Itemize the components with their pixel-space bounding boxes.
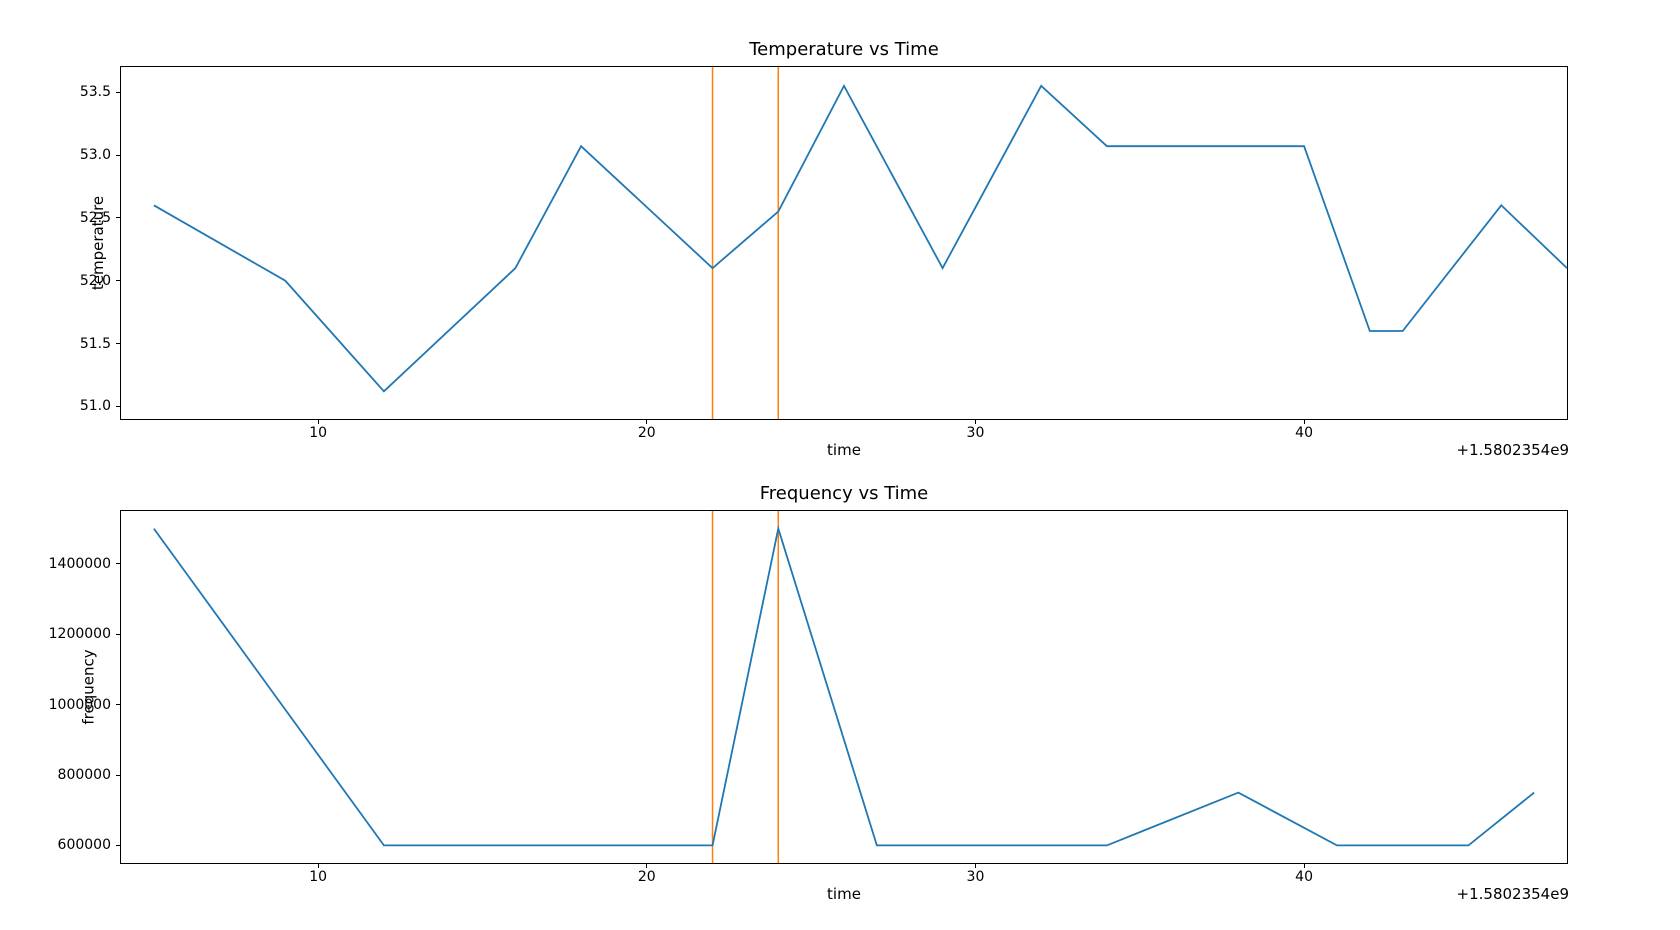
x-tick-label: 30 — [967, 869, 985, 885]
y-tick-label: 1200000 — [49, 626, 111, 642]
x-tick-mark — [975, 863, 976, 868]
y-tick-mark — [116, 92, 121, 93]
plot-area — [121, 511, 1567, 863]
y-tick-label: 52.0 — [80, 273, 111, 289]
x-tick-label: 10 — [309, 869, 327, 885]
chart-title: Frequency vs Time — [121, 483, 1567, 504]
x-tick-mark — [975, 419, 976, 424]
x-axis-label: time — [121, 885, 1567, 903]
x-axis-offset: +1.5802354e9 — [1457, 885, 1569, 903]
y-tick-label: 1000000 — [49, 697, 111, 713]
x-tick-mark — [318, 419, 319, 424]
y-axis-label: frequency — [80, 649, 98, 724]
x-tick-mark — [1304, 863, 1305, 868]
temperature-chart: Temperature vs Time temperature time +1.… — [120, 66, 1568, 420]
y-tick-label: 600000 — [58, 837, 111, 853]
x-tick-mark — [318, 863, 319, 868]
plot-area — [121, 67, 1567, 419]
y-tick-mark — [116, 155, 121, 156]
y-tick-label: 800000 — [58, 767, 111, 783]
y-tick-mark — [116, 634, 121, 635]
y-tick-label: 51.0 — [80, 398, 111, 414]
x-tick-mark — [646, 419, 647, 424]
y-tick-label: 53.5 — [80, 84, 111, 100]
y-tick-label: 51.5 — [80, 336, 111, 352]
x-axis-label: time — [121, 441, 1567, 459]
x-tick-label: 40 — [1295, 869, 1313, 885]
y-tick-mark — [116, 343, 121, 344]
frequency-chart: Frequency vs Time frequency time +1.5802… — [120, 510, 1568, 864]
y-tick-mark — [116, 217, 121, 218]
x-tick-label: 20 — [638, 425, 656, 441]
x-tick-mark — [1304, 419, 1305, 424]
line-series — [154, 86, 1567, 391]
y-tick-mark — [116, 563, 121, 564]
y-tick-mark — [116, 704, 121, 705]
y-tick-mark — [116, 280, 121, 281]
y-tick-label: 1400000 — [49, 556, 111, 572]
y-tick-mark — [116, 406, 121, 407]
line-series — [154, 529, 1534, 846]
x-tick-label: 30 — [967, 425, 985, 441]
y-tick-mark — [116, 775, 121, 776]
x-tick-label: 20 — [638, 869, 656, 885]
y-tick-label: 53.0 — [80, 147, 111, 163]
x-tick-label: 40 — [1295, 425, 1313, 441]
figure: Temperature vs Time temperature time +1.… — [0, 0, 1680, 930]
y-tick-mark — [116, 845, 121, 846]
chart-title: Temperature vs Time — [121, 39, 1567, 60]
x-axis-offset: +1.5802354e9 — [1457, 441, 1569, 459]
x-tick-mark — [646, 863, 647, 868]
y-tick-label: 52.5 — [80, 210, 111, 226]
x-tick-label: 10 — [309, 425, 327, 441]
